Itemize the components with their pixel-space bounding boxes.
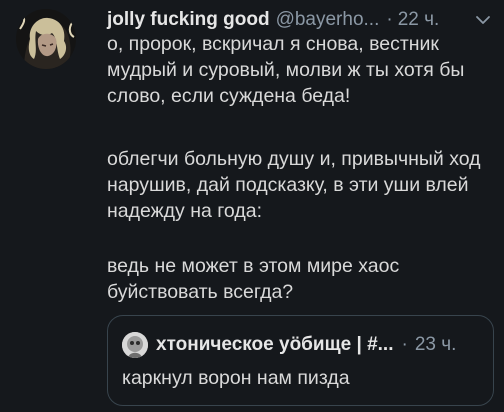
- tweet: jolly fucking good @bayerho... · 22 ч. о…: [0, 0, 504, 412]
- chevron-down-icon[interactable]: [474, 11, 492, 29]
- quoted-author-avatar[interactable]: [122, 332, 148, 358]
- quoted-tweet-card[interactable]: хтоническое уöбище | #... · 23 ч. каркну…: [107, 315, 494, 406]
- avatar-image: [16, 9, 76, 69]
- quoted-tweet-text: каркнул ворон нам пизда: [122, 367, 350, 389]
- separator-dot: ·: [386, 9, 393, 30]
- tweet-header: jolly fucking good @bayerho... · 22 ч.: [107, 7, 492, 33]
- author-name[interactable]: jolly fucking good: [107, 9, 270, 31]
- author-avatar[interactable]: [16, 9, 76, 69]
- author-handle[interactable]: @bayerho...: [276, 9, 380, 31]
- quoted-author-name[interactable]: хтоническое уöбище | #...: [156, 334, 393, 356]
- quoted-tweet-header: хтоническое уöбище | #... · 23 ч.: [156, 331, 483, 359]
- quoted-tweet-timestamp[interactable]: 23 ч.: [415, 334, 457, 356]
- avatar-image: [122, 332, 148, 358]
- tweet-paragraph: облегчи больную душу и, привычный ход на…: [107, 148, 481, 222]
- tweet-timestamp[interactable]: 22 ч.: [398, 9, 440, 31]
- separator-dot: ·: [401, 334, 408, 355]
- tweet-paragraph: ведь не может в этом мире хаос буйствова…: [107, 255, 400, 303]
- tweet-paragraph: о, пророк, вскричал я снова, вестник муд…: [107, 33, 465, 107]
